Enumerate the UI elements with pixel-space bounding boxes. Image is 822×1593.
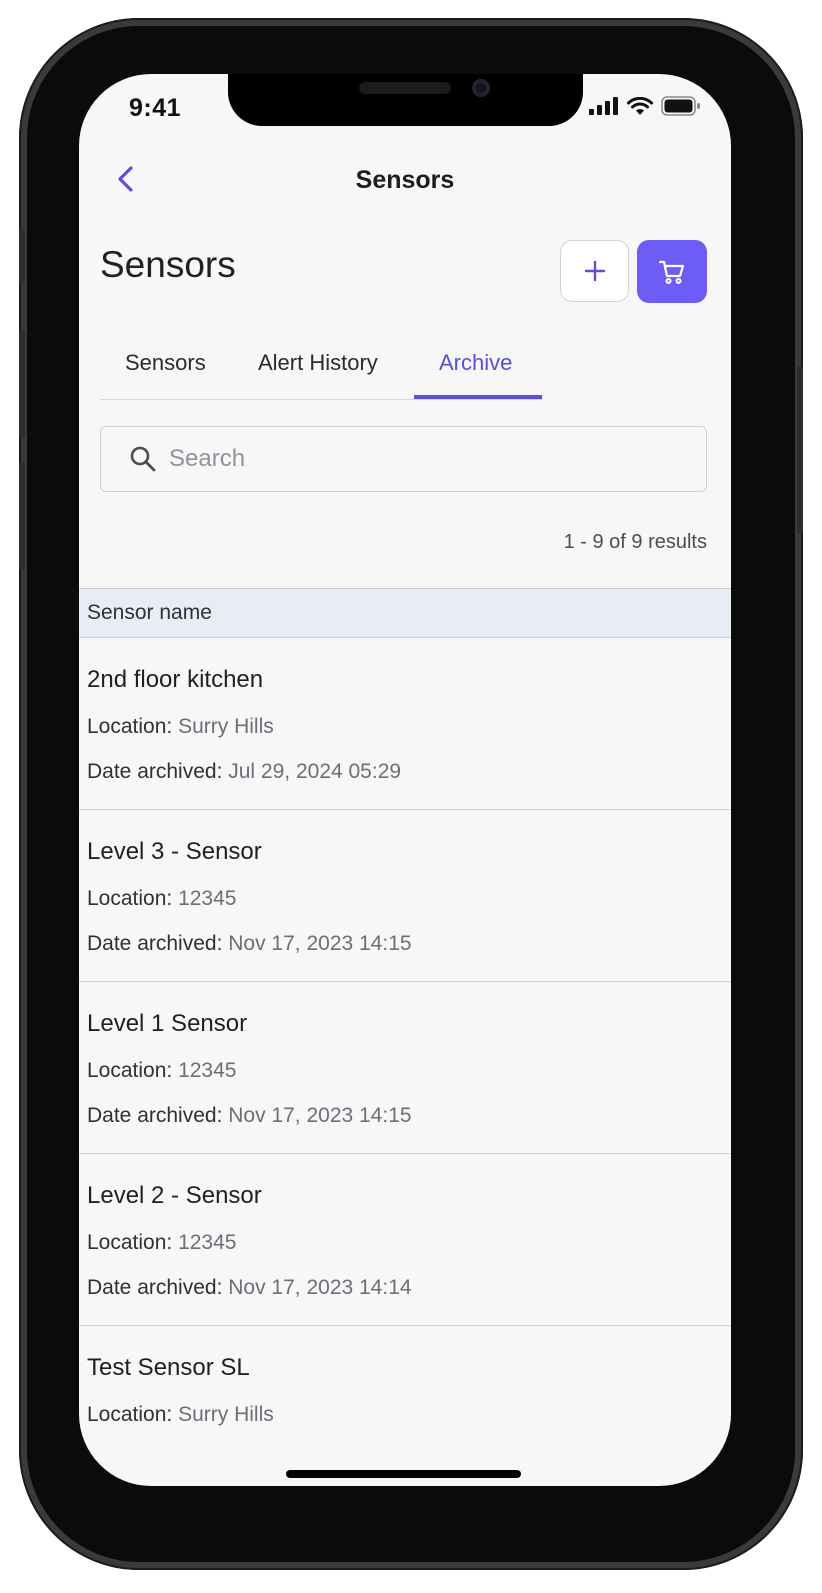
wifi-icon	[627, 96, 653, 115]
page-title: Sensors	[100, 244, 236, 285]
sensor-name: Test Sensor SL	[87, 1354, 250, 1381]
tab-archive[interactable]: Archive	[439, 350, 512, 376]
power-button	[797, 366, 803, 534]
location-label: Location:	[87, 715, 173, 738]
location-label: Location:	[87, 887, 173, 910]
location-value: Surry Hills	[178, 1403, 274, 1426]
column-header: Sensor name	[79, 588, 731, 638]
table-row[interactable]: Test Sensor SL Location: Surry Hills	[79, 1326, 731, 1486]
date-label: Date archived:	[87, 760, 223, 783]
sensor-name: 2nd floor kitchen	[87, 666, 264, 693]
sensor-date-archived: Date archived: Nov 17, 2023 14:15	[87, 1104, 412, 1128]
sensor-location: Location: Surry Hills	[87, 1403, 274, 1427]
speaker-grille	[359, 82, 451, 94]
date-value: Jul 29, 2024 05:29	[228, 760, 402, 783]
table-row[interactable]: Level 1 Sensor Location: 12345 Date arch…	[79, 982, 731, 1154]
plus-icon	[584, 260, 605, 282]
sensor-date-archived: Date archived: Jul 29, 2024 05:29	[87, 760, 401, 784]
location-label: Location:	[87, 1059, 173, 1082]
table-row[interactable]: Level 3 - Sensor Location: 12345 Date ar…	[79, 810, 731, 982]
sensor-location: Location: 12345	[87, 1059, 236, 1083]
table-row[interactable]: Level 2 - Sensor Location: 12345 Date ar…	[79, 1154, 731, 1326]
location-value: 12345	[178, 887, 237, 910]
search-icon	[130, 446, 156, 472]
date-label: Date archived:	[87, 1276, 223, 1299]
sensor-location: Location: 12345	[87, 1231, 236, 1255]
add-sensor-button[interactable]	[560, 240, 629, 302]
search-box[interactable]	[100, 426, 707, 492]
sensor-date-archived: Date archived: Nov 17, 2023 14:14	[87, 1276, 412, 1300]
front-camera	[472, 79, 490, 97]
cart-icon	[658, 260, 685, 284]
sensor-location: Location: 12345	[87, 887, 236, 911]
sensor-name: Level 1 Sensor	[87, 1010, 248, 1037]
sensor-name: Level 2 - Sensor	[87, 1182, 262, 1209]
location-value: 12345	[178, 1059, 237, 1082]
search-input[interactable]	[169, 427, 689, 490]
battery-icon	[661, 96, 700, 116]
sensor-name: Level 3 - Sensor	[87, 838, 262, 865]
tab-sensors[interactable]: Sensors	[125, 350, 206, 376]
location-value: Surry Hills	[178, 715, 274, 738]
location-label: Location:	[87, 1403, 173, 1426]
signal-icon	[589, 97, 618, 115]
tab-alert-history[interactable]: Alert History	[258, 350, 378, 376]
status-icons	[589, 96, 701, 116]
date-value: Nov 17, 2023 14:14	[228, 1276, 412, 1299]
volume-down-button	[19, 462, 25, 570]
status-time: 9:41	[129, 94, 182, 122]
location-value: 12345	[178, 1231, 237, 1254]
home-indicator	[286, 1470, 521, 1478]
date-label: Date archived:	[87, 1104, 223, 1127]
column-header-label: Sensor name	[87, 601, 212, 624]
cart-button[interactable]	[637, 240, 707, 303]
results-count: 1 - 9 of 9 results	[563, 531, 707, 553]
date-label: Date archived:	[87, 932, 223, 955]
mute-switch	[19, 228, 25, 284]
sensor-list: 2nd floor kitchen Location: Surry Hills …	[79, 638, 731, 1486]
volume-up-button	[19, 330, 25, 438]
date-value: Nov 17, 2023 14:15	[228, 1104, 412, 1127]
sensor-date-archived: Date archived: Nov 17, 2023 14:15	[87, 932, 412, 956]
location-label: Location:	[87, 1231, 173, 1254]
sensor-location: Location: Surry Hills	[87, 715, 274, 739]
active-tab-indicator	[414, 395, 542, 399]
date-value: Nov 17, 2023 14:15	[228, 932, 412, 955]
screen: 9:41 Sensors Sensors Sensors Alert Histo…	[79, 74, 731, 1486]
table-row[interactable]: 2nd floor kitchen Location: Surry Hills …	[79, 638, 731, 810]
nav-title: Sensors	[355, 166, 455, 194]
tab-bar: Sensors Alert History Archive	[100, 340, 542, 400]
